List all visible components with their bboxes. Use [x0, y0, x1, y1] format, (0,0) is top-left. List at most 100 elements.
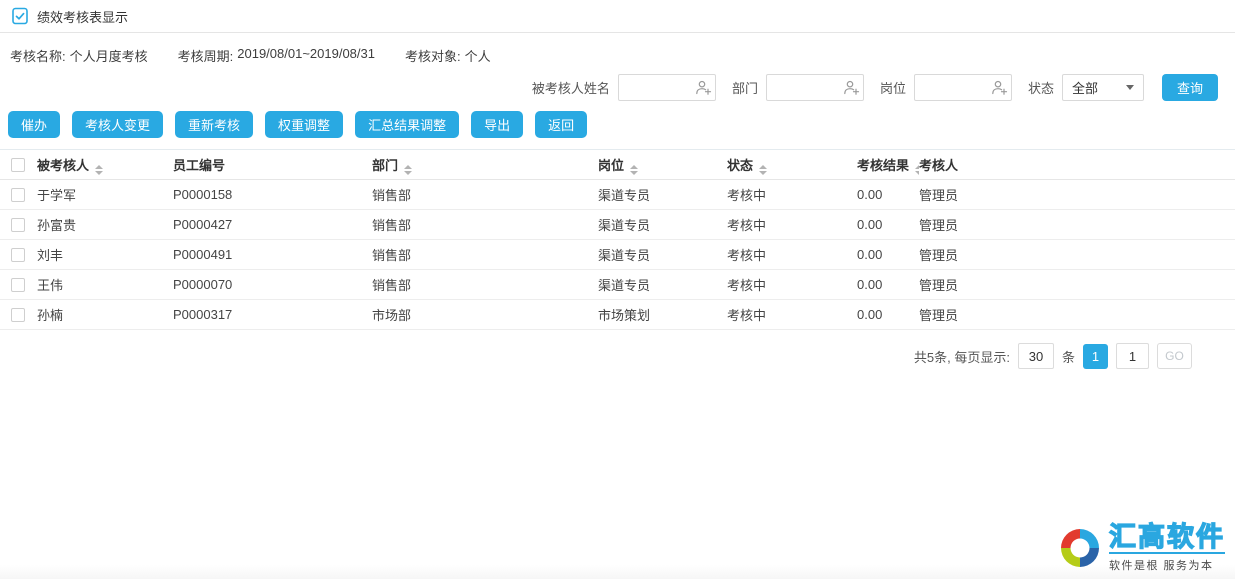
info-assessment-period: 考核周期: 2019/08/01~2019/08/31: [178, 46, 375, 65]
weight-adjust-button[interactable]: 权重调整: [265, 111, 343, 138]
page-header: 绩效考核表显示: [0, 0, 1235, 33]
action-toolbar: 催办 考核人变更 重新考核 权重调整 汇总结果调整 导出 返回: [0, 101, 1235, 149]
vendor-name: 汇高软件: [1109, 523, 1225, 551]
page-size-input[interactable]: [1018, 343, 1054, 369]
cell-result: 0.00: [857, 300, 919, 330]
cell-result: 0.00: [857, 270, 919, 300]
cell-assessor: 管理员: [919, 210, 1235, 240]
row-checkbox[interactable]: [11, 308, 25, 322]
cell-assessee: 王伟: [37, 270, 173, 300]
pinwheel-logo-icon: [1056, 524, 1104, 572]
cell-result: 0.00: [857, 180, 919, 210]
department-label: 部门: [732, 78, 758, 97]
cell-assessor: 管理员: [919, 300, 1235, 330]
cell-result: 0.00: [857, 240, 919, 270]
vendor-logo: 汇高软件 软件是根 服务为本: [1056, 523, 1225, 573]
assessment-info: 考核名称: 个人月度考核 考核周期: 2019/08/01~2019/08/31…: [0, 33, 1235, 65]
report-check-icon: [11, 7, 29, 25]
col-status[interactable]: 状态: [727, 150, 857, 180]
cell-employee-id: P0000491: [173, 240, 372, 270]
person-add-icon: [991, 79, 1008, 96]
cell-position: 渠道专员: [598, 240, 727, 270]
cell-status: 考核中: [727, 180, 857, 210]
info-value: 个人月度考核: [70, 46, 148, 65]
info-value: 个人: [465, 46, 491, 65]
col-department[interactable]: 部门: [372, 150, 598, 180]
cell-position: 渠道专员: [598, 210, 727, 240]
bottom-gradient: [0, 565, 1235, 579]
info-value: 2019/08/01~2019/08/31: [237, 46, 375, 65]
cell-employee-id: P0000158: [173, 180, 372, 210]
go-button[interactable]: GO: [1157, 343, 1192, 369]
col-assessor: 考核人: [919, 150, 1235, 180]
col-assessee[interactable]: 被考核人: [37, 150, 173, 180]
pagination-total-text: 共5条, 每页显示:: [914, 347, 1010, 366]
cell-employee-id: P0000427: [173, 210, 372, 240]
reassess-button[interactable]: 重新考核: [175, 111, 253, 138]
cell-assessor: 管理员: [919, 180, 1235, 210]
goto-page-input[interactable]: [1116, 343, 1149, 369]
cell-status: 考核中: [727, 300, 857, 330]
sort-icon[interactable]: [759, 165, 767, 175]
cell-employee-id: P0000070: [173, 270, 372, 300]
cell-position: 市场策划: [598, 300, 727, 330]
info-label: 考核名称:: [10, 46, 66, 65]
cell-department: 销售部: [372, 210, 598, 240]
col-result[interactable]: 考核结果: [857, 150, 919, 180]
col-employee-id: 员工编号: [173, 150, 372, 180]
pagination-unit-label: 条: [1062, 347, 1075, 366]
select-all-checkbox[interactable]: [11, 158, 25, 172]
search-button[interactable]: 查询: [1162, 74, 1218, 101]
cell-assessee: 孙楠: [37, 300, 173, 330]
person-add-icon: [695, 79, 712, 96]
status-select-value: 全部: [1072, 78, 1098, 97]
cell-result: 0.00: [857, 210, 919, 240]
back-button[interactable]: 返回: [535, 111, 587, 138]
cell-assessor: 管理员: [919, 270, 1235, 300]
info-assessment-name: 考核名称: 个人月度考核: [10, 46, 148, 65]
cell-employee-id: P0000317: [173, 300, 372, 330]
col-position[interactable]: 岗位: [598, 150, 727, 180]
table-row: 王伟 P0000070 销售部 渠道专员 考核中 0.00 管理员: [0, 270, 1235, 300]
table-row: 于学军 P0000158 销售部 渠道专员 考核中 0.00 管理员: [0, 180, 1235, 210]
cell-status: 考核中: [727, 210, 857, 240]
info-assessment-target: 考核对象: 个人: [405, 46, 491, 65]
table-row: 孙富贵 P0000427 销售部 渠道专员 考核中 0.00 管理员: [0, 210, 1235, 240]
status-label: 状态: [1028, 78, 1054, 97]
cell-department: 销售部: [372, 180, 598, 210]
row-checkbox[interactable]: [11, 218, 25, 232]
vendor-slogan: 软件是根 服务为本: [1109, 552, 1225, 573]
chevron-down-icon: [1126, 85, 1134, 90]
export-button[interactable]: 导出: [471, 111, 523, 138]
page-1-button[interactable]: 1: [1083, 344, 1108, 369]
cell-status: 考核中: [727, 270, 857, 300]
table-row: 刘丰 P0000491 销售部 渠道专员 考核中 0.00 管理员: [0, 240, 1235, 270]
filter-bar: 被考核人姓名 部门 岗位 状态 全部 查询: [0, 65, 1235, 101]
cell-assessor: 管理员: [919, 240, 1235, 270]
row-checkbox[interactable]: [11, 248, 25, 262]
cell-assessee: 孙富贵: [37, 210, 173, 240]
cell-department: 销售部: [372, 270, 598, 300]
sort-icon[interactable]: [95, 165, 103, 175]
position-label: 岗位: [880, 78, 906, 97]
pagination-bar: 共5条, 每页显示: 条 1 GO: [0, 330, 1235, 369]
change-assessor-button[interactable]: 考核人变更: [72, 111, 163, 138]
sort-icon[interactable]: [404, 165, 412, 175]
cell-status: 考核中: [727, 240, 857, 270]
cell-position: 渠道专员: [598, 270, 727, 300]
table-header-row: 被考核人 员工编号 部门 岗位 状态 考核结果 考核人: [0, 150, 1235, 180]
info-label: 考核对象:: [405, 46, 461, 65]
assessment-table: 被考核人 员工编号 部门 岗位 状态 考核结果 考核人 于学军 P0000158…: [0, 149, 1235, 330]
sort-icon[interactable]: [630, 165, 638, 175]
summary-adjust-button[interactable]: 汇总结果调整: [355, 111, 459, 138]
status-select[interactable]: 全部: [1062, 74, 1144, 101]
cell-department: 销售部: [372, 240, 598, 270]
table-row: 孙楠 P0000317 市场部 市场策划 考核中 0.00 管理员: [0, 300, 1235, 330]
page-title: 绩效考核表显示: [37, 7, 128, 26]
row-checkbox[interactable]: [11, 278, 25, 292]
cell-department: 市场部: [372, 300, 598, 330]
urge-button[interactable]: 催办: [8, 111, 60, 138]
row-checkbox[interactable]: [11, 188, 25, 202]
info-label: 考核周期:: [178, 46, 234, 65]
person-add-icon: [843, 79, 860, 96]
